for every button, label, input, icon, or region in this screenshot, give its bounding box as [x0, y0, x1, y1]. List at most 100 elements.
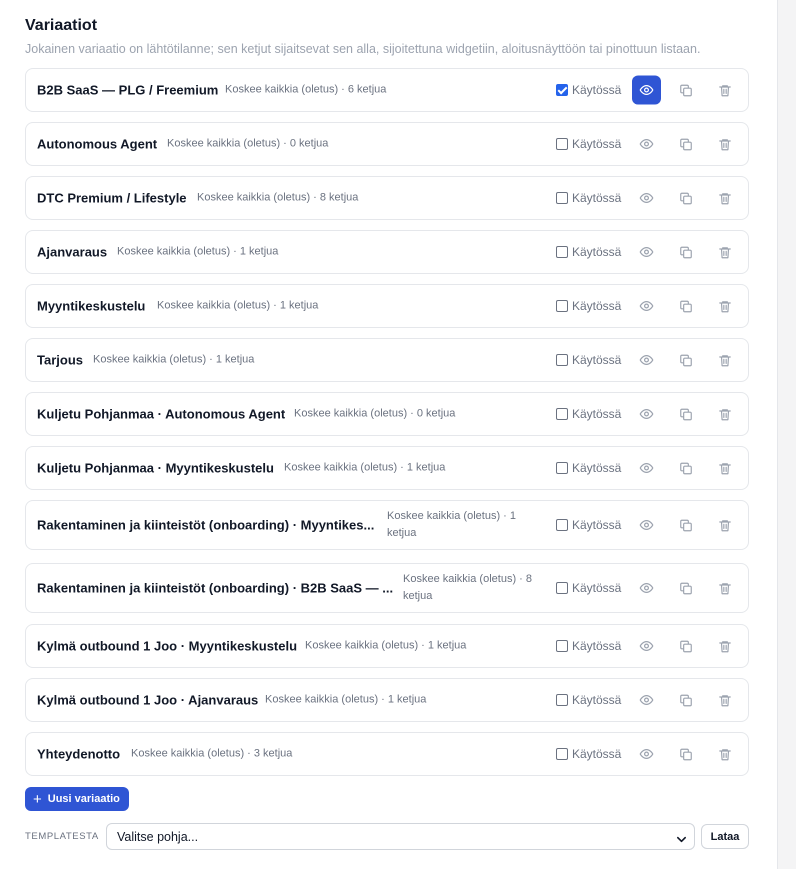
- duplicate-button[interactable]: [671, 686, 700, 715]
- preview-button[interactable]: [632, 454, 661, 483]
- preview-button[interactable]: [632, 184, 661, 213]
- enabled-label: Käytössä: [572, 747, 622, 761]
- variation-meta: Koskee kaikkia (oletus) · 1 ketjua: [117, 245, 279, 258]
- variation-meta: Koskee kaikkia (oletus) · 1 ketjua: [157, 299, 319, 312]
- variation-name: B2B SaaS — PLG / Freemium: [37, 82, 219, 98]
- enabled-label: Käytössä: [572, 407, 622, 421]
- preview-button[interactable]: [632, 740, 661, 769]
- delete-button[interactable]: [710, 574, 739, 603]
- trash-icon: [718, 747, 732, 761]
- enabled-checkbox[interactable]: [556, 192, 568, 204]
- duplicate-button[interactable]: [671, 76, 700, 105]
- duplicate-button[interactable]: [671, 740, 700, 769]
- variation-row[interactable]: Rakentaminen ja kiinteistöt (onboarding)…: [25, 563, 749, 613]
- variation-name: Kuljetu Pohjanmaa · Myyntikeskustelu: [37, 460, 274, 476]
- eye-icon: [639, 191, 654, 206]
- enabled-checkbox[interactable]: [556, 462, 568, 474]
- variation-row[interactable]: Kuljetu Pohjanmaa · Myyntikeskustelu Kosk…: [25, 446, 749, 490]
- template-select[interactable]: Valitse pohja...: [106, 823, 695, 850]
- variation-row[interactable]: DTC Premium / Lifestyle Koskee kaikkia (o…: [25, 176, 749, 220]
- enabled-checkbox[interactable]: [556, 582, 568, 594]
- delete-button[interactable]: [710, 292, 739, 321]
- delete-button[interactable]: [710, 740, 739, 769]
- load-template-button[interactable]: Lataa: [701, 824, 749, 849]
- duplicate-button[interactable]: [671, 511, 700, 540]
- delete-button[interactable]: [710, 346, 739, 375]
- delete-button[interactable]: [710, 184, 739, 213]
- duplicate-button[interactable]: [671, 130, 700, 159]
- delete-button[interactable]: [710, 400, 739, 429]
- variation-row[interactable]: B2B SaaS — PLG / Freemium Koskee kaikkia …: [25, 68, 749, 112]
- enabled-label: Käytössä: [572, 639, 622, 653]
- enabled-checkbox[interactable]: [556, 519, 568, 531]
- variation-row[interactable]: Tarjous Koskee kaikkia (oletus) · 1 ketju…: [25, 338, 749, 382]
- duplicate-button[interactable]: [671, 632, 700, 661]
- duplicate-button[interactable]: [671, 238, 700, 267]
- variation-row[interactable]: Yhteydenotto Koskee kaikkia (oletus) · 3 …: [25, 732, 749, 776]
- duplicate-button[interactable]: [671, 292, 700, 321]
- enabled-label: Käytössä: [572, 518, 622, 532]
- copy-icon: [679, 693, 693, 707]
- enabled-checkbox[interactable]: [556, 84, 568, 96]
- variation-row[interactable]: Kuljetu Pohjanmaa · Autonomous Agent Kosk…: [25, 392, 749, 436]
- preview-button[interactable]: [632, 686, 661, 715]
- enabled-checkbox[interactable]: [556, 354, 568, 366]
- duplicate-button[interactable]: [671, 574, 700, 603]
- preview-button[interactable]: [632, 632, 661, 661]
- variation-name: Rakentaminen ja kiinteistöt (onboarding)…: [37, 580, 394, 596]
- variation-row[interactable]: Myyntikeskustelu Koskee kaikkia (oletus) …: [25, 284, 749, 328]
- enabled-label: Käytössä: [572, 245, 622, 259]
- preview-button[interactable]: [632, 511, 661, 540]
- preview-button[interactable]: [632, 238, 661, 267]
- eye-icon: [639, 693, 654, 708]
- preview-button[interactable]: [632, 292, 661, 321]
- duplicate-button[interactable]: [671, 400, 700, 429]
- page-subtitle: Jokainen variaatio on lähtötilanne; sen …: [25, 42, 701, 56]
- delete-button[interactable]: [710, 454, 739, 483]
- delete-button[interactable]: [710, 238, 739, 267]
- enabled-checkbox[interactable]: [556, 640, 568, 652]
- variation-meta: Koskee kaikkia (oletus) · 1 ketjua: [305, 639, 467, 652]
- new-variation-button[interactable]: + Uusi variaatio: [25, 787, 129, 811]
- enabled-checkbox[interactable]: [556, 138, 568, 150]
- variation-row[interactable]: Ajanvaraus Koskee kaikkia (oletus) · 1 ke…: [25, 230, 749, 274]
- eye-icon: [639, 581, 654, 596]
- variation-meta: Koskee kaikkia (oletus) · 0 ketjua: [294, 407, 456, 420]
- copy-icon: [679, 137, 693, 151]
- trash-icon: [718, 191, 732, 205]
- variation-meta: Koskee kaikkia (oletus) · 6 ketjua: [225, 83, 387, 96]
- delete-button[interactable]: [710, 686, 739, 715]
- enabled-checkbox[interactable]: [556, 694, 568, 706]
- enabled-checkbox[interactable]: [556, 246, 568, 258]
- variation-row[interactable]: Autonomous Agent Koskee kaikkia (oletus) …: [25, 122, 749, 166]
- variation-row[interactable]: Kylmä outbound 1 Joo · Ajanvaraus Koskee …: [25, 678, 749, 722]
- trash-icon: [718, 407, 732, 421]
- scrollbar[interactable]: [777, 0, 796, 869]
- enabled-checkbox[interactable]: [556, 408, 568, 420]
- variation-name: DTC Premium / Lifestyle: [37, 190, 187, 206]
- delete-button[interactable]: [710, 632, 739, 661]
- preview-button[interactable]: [632, 346, 661, 375]
- duplicate-button[interactable]: [671, 454, 700, 483]
- delete-button[interactable]: [710, 76, 739, 105]
- trash-icon: [718, 461, 732, 475]
- enabled-checkbox[interactable]: [556, 300, 568, 312]
- copy-icon: [679, 461, 693, 475]
- preview-button[interactable]: [632, 400, 661, 429]
- enabled-label: Käytössä: [572, 581, 622, 595]
- duplicate-button[interactable]: [671, 184, 700, 213]
- variation-row[interactable]: Kylmä outbound 1 Joo · Myyntikeskustelu K…: [25, 624, 749, 668]
- copy-icon: [679, 83, 693, 97]
- preview-button[interactable]: [632, 130, 661, 159]
- variation-row[interactable]: Rakentaminen ja kiinteistöt (onboarding)…: [25, 500, 749, 550]
- delete-button[interactable]: [710, 511, 739, 540]
- preview-button[interactable]: [632, 75, 661, 105]
- preview-button[interactable]: [632, 574, 661, 603]
- delete-button[interactable]: [710, 130, 739, 159]
- duplicate-button[interactable]: [671, 346, 700, 375]
- eye-icon: [639, 407, 654, 422]
- enabled-checkbox[interactable]: [556, 748, 568, 760]
- variation-meta: Koskee kaikkia (oletus) · 8 ketjua: [403, 573, 532, 602]
- eye-icon: [639, 83, 654, 98]
- trash-icon: [718, 693, 732, 707]
